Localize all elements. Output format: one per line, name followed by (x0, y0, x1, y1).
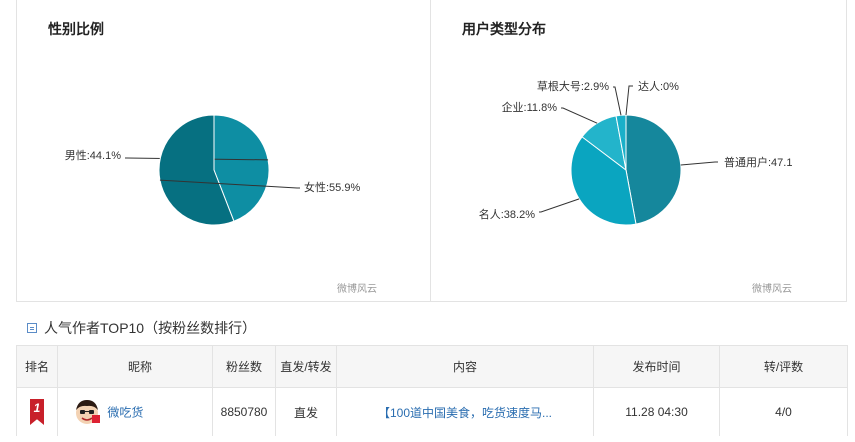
col-reposts: 转/评数 (719, 345, 848, 388)
usertype-leader-0 (680, 161, 718, 166)
table-row: 1 微吃货 8850780 直发 【100道中国美食，吃货速度马... 11.2… (16, 387, 848, 436)
list-icon (27, 323, 37, 333)
user-type-pie-chart: 普通用户:47.1 名人:38.2% 企业:11.8% 草根大号:2.9% 达人:0% (479, 79, 792, 226)
time-cell: 11.28 04:30 (593, 387, 720, 436)
col-type: 直发/转发 (275, 345, 337, 388)
gender-ratio-panel: 性别比例 男性:44.1% 女性:55.9% 微博风云 (16, 0, 431, 302)
reposts-cell: 4/0 (719, 387, 848, 436)
usertype-label-3: 草根大号:2.9% (537, 79, 609, 93)
top10-title: 人气作者TOP10（按粉丝数排行） (44, 320, 257, 336)
fans-cell: 8850780 (212, 387, 276, 436)
top10-section-header: 人气作者TOP10（按粉丝数排行） (27, 318, 256, 338)
usertype-label-2: 企业:11.8% (502, 100, 558, 114)
usertype-leader-1 (539, 198, 580, 213)
usertype-label-4: 达人:0% (638, 80, 679, 93)
col-fans: 粉丝数 (212, 345, 276, 388)
content-cell: 【100道中国美食，吃货速度马... (336, 387, 594, 436)
table-header-row: 排名 昵称 粉丝数 直发/转发 内容 发布时间 转/评数 (16, 345, 848, 388)
nickname-cell: 微吃货 (57, 387, 213, 436)
col-nickname: 昵称 (57, 345, 213, 388)
gender-label-1: 女性:55.9% (304, 180, 360, 194)
rank-badge: 1 (30, 399, 44, 425)
col-content: 内容 (336, 345, 594, 388)
usertype-leader-3 (613, 86, 622, 116)
gender-pie-chart: 男性:44.1% 女性:55.9% (65, 114, 360, 226)
usertype-leader-2 (561, 107, 598, 124)
gender-label-0: 男性:44.1% (65, 148, 121, 162)
user-type-panel: 用户类型分布 普通用户:47.1 名人:38.2% 企业:11.8% 草根大号:2.9… (431, 0, 847, 302)
nickname-link[interactable]: 微吃货 (107, 406, 143, 420)
user-type-watermark: 微博风云 (752, 284, 792, 295)
col-rank: 排名 (16, 345, 58, 388)
top10-table: 排名 昵称 粉丝数 直发/转发 内容 发布时间 转/评数 1 微吃货 88507… (16, 345, 848, 436)
usertype-label-1: 名人:38.2% (479, 207, 535, 221)
usertype-leader-4 (625, 85, 633, 116)
gender-watermark: 微博风云 (337, 284, 377, 295)
rank-cell: 1 (16, 387, 58, 436)
type-cell: 直发 (275, 387, 337, 436)
usertype-label-0: 普通用户:47.1 (724, 155, 792, 169)
content-link[interactable]: 【100道中国美食，吃货速度马... (378, 406, 552, 420)
usertype-slice-0[interactable] (625, 114, 682, 225)
cartoon-avatar-icon[interactable] (72, 397, 102, 427)
col-time: 发布时间 (593, 345, 720, 388)
